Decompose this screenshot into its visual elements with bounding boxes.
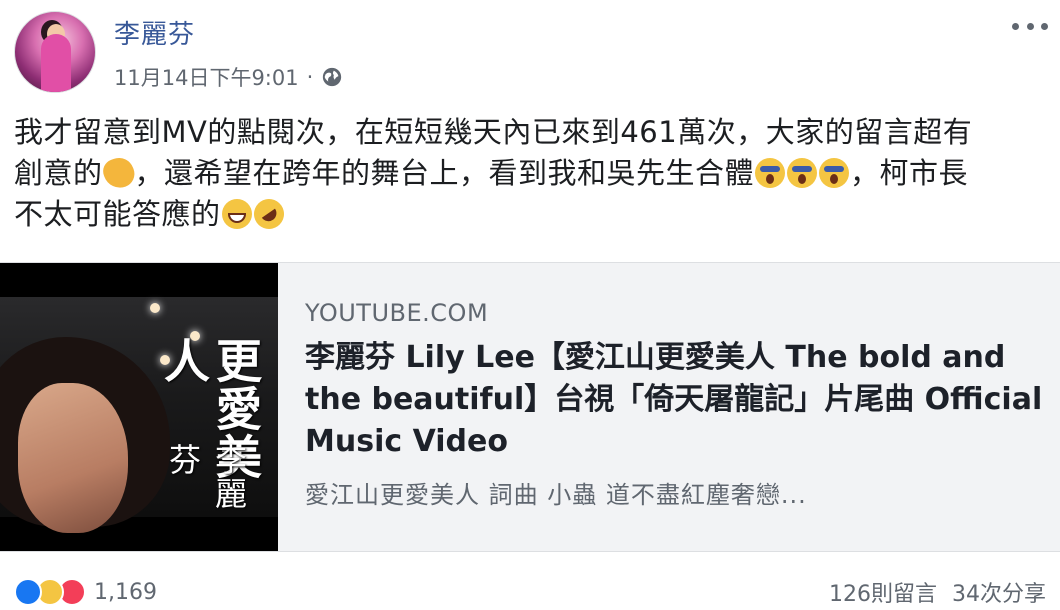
rolling-laughing-emoji-icon xyxy=(247,193,290,235)
link-preview-card[interactable]: 更愛美人 李麗芬 YOUTUBE.COM 李麗芬 Lily Lee【愛江山更愛美… xyxy=(0,262,1060,552)
author-name[interactable]: 李麗芬 xyxy=(114,14,195,51)
more-dot xyxy=(1026,22,1034,30)
comment-count[interactable]: 126則留言 xyxy=(829,582,937,607)
grinning-face-emoji-icon xyxy=(221,199,252,229)
engagement-stats: 126則留言 34次分享 xyxy=(821,576,1046,608)
meta-separator: · xyxy=(306,65,314,89)
more-options-icon[interactable] xyxy=(1012,16,1048,36)
more-dot xyxy=(1012,22,1019,30)
link-card-body[interactable]: YOUTUBE.COM 李麗芬 Lily Lee【愛江山更愛美人 The bol… xyxy=(305,299,1045,510)
share-count[interactable]: 34次分享 xyxy=(952,582,1046,607)
post-text-segment: ，還希望在跨年的舞台上，看到我和吳先生合體 xyxy=(134,156,755,190)
like-reaction-icon xyxy=(14,578,42,606)
screaming-face-emoji-icon xyxy=(787,158,818,188)
link-title[interactable]: 李麗芬 Lily Lee【愛江山更愛美人 The bold and the be… xyxy=(305,337,1045,463)
thumbnail-scene: 更愛美人 李麗芬 xyxy=(0,297,278,533)
reaction-count[interactable]: 1,169 xyxy=(94,580,157,605)
post-text-line-2: 創意的 ，還希望在跨年的舞台上，看到我和吳先生合體 ，柯市長 xyxy=(14,153,1050,194)
author-avatar[interactable] xyxy=(14,11,96,93)
link-description: 愛江山更愛美人 詞曲 小蟲 道不盡紅塵奢戀... xyxy=(305,481,807,509)
post-footer: 1,169 126則留言 34次分享 xyxy=(0,570,1060,610)
video-thumbnail[interactable]: 更愛美人 李麗芬 xyxy=(0,263,278,551)
more-dot xyxy=(1041,22,1048,30)
singer-face xyxy=(18,383,128,533)
post-meta: 11月14日下午9:01 · xyxy=(114,62,343,92)
post-text-line-3: 不太可能答應的 xyxy=(14,193,1050,235)
post-text-segment: 不太可能答應的 xyxy=(14,197,221,231)
post-text-line-1: 我才留意到MV的點閱次，在短短幾天內已來到461萬次，大家的留言超有 xyxy=(14,115,973,149)
globe-icon[interactable] xyxy=(321,66,343,88)
clapping-hands-emoji-icon xyxy=(99,153,138,193)
reaction-summary[interactable]: 1,169 xyxy=(14,578,157,606)
post-text-segment: 創意的 xyxy=(14,156,103,190)
link-domain: YOUTUBE.COM xyxy=(305,299,489,327)
post-body: 我才留意到MV的點閱次，在短短幾天內已來到461萬次，大家的留言超有 創意的 ，還… xyxy=(14,112,1050,235)
post-timestamp[interactable]: 11月14日下午9:01 xyxy=(114,62,299,92)
avatar-figure xyxy=(41,34,71,92)
screaming-face-emoji-icon xyxy=(819,158,850,188)
thumbnail-artist-name: 李麗芬 xyxy=(164,443,248,511)
bokeh-light xyxy=(150,303,160,313)
post-text-segment: ，柯市長 xyxy=(850,156,969,190)
screaming-face-emoji-icon xyxy=(755,158,786,188)
